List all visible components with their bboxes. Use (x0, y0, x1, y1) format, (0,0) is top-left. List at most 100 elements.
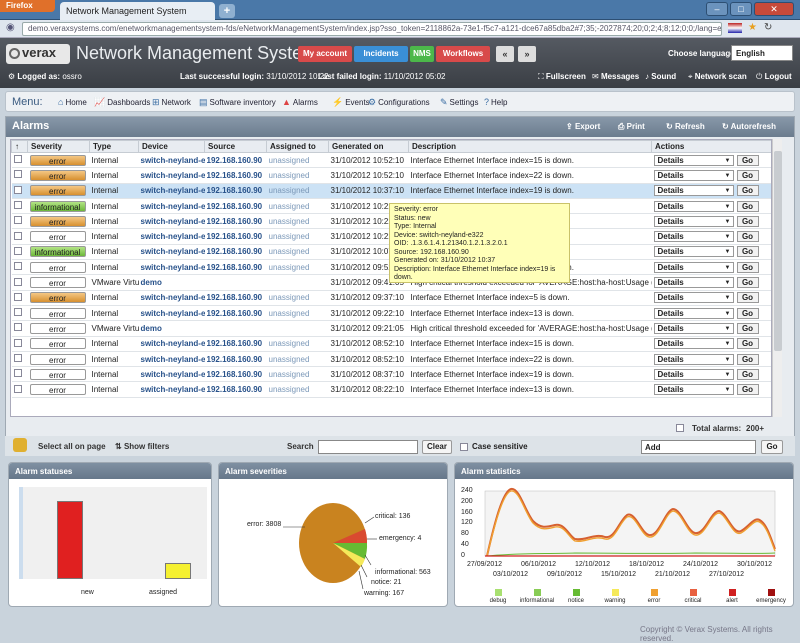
details-select[interactable]: Details (653, 261, 734, 273)
details-select[interactable]: Details (653, 338, 734, 350)
go-button[interactable]: Go (736, 322, 759, 334)
details-select[interactable]: Details (653, 185, 734, 197)
refresh-button[interactable]: ↻ Refresh (666, 122, 705, 131)
go-button[interactable]: Go (736, 231, 759, 243)
row-checkbox[interactable] (11, 381, 28, 398)
row-checkbox[interactable] (11, 244, 28, 261)
menu-network[interactable]: ⊞ Network (152, 97, 191, 108)
new-tab-button[interactable]: + (219, 4, 235, 18)
device-link[interactable]: switch-neyland-e3 (138, 366, 205, 383)
reload-icon[interactable]: ↻ (764, 22, 772, 33)
table-row[interactable]: error Internal switch-neyland-e3 192.168.16… (11, 290, 771, 306)
go-button[interactable]: Go (736, 292, 759, 304)
nav-incidents[interactable]: Incidents (354, 46, 408, 62)
source-link[interactable]: 192.168.160.90 (204, 336, 267, 352)
device-link[interactable]: switch-neyland-e3 (138, 351, 205, 368)
export-button[interactable]: ⇪ Export (566, 122, 600, 131)
row-checkbox[interactable] (11, 152, 28, 169)
details-select[interactable]: Details (653, 292, 734, 304)
source-link[interactable]: 192.168.160.90 (204, 244, 267, 261)
row-checkbox[interactable] (11, 167, 28, 184)
menu-help[interactable]: ? Help (484, 97, 507, 107)
details-select[interactable]: Details (653, 307, 734, 319)
col-description[interactable]: Description (408, 140, 652, 153)
go-button[interactable]: Go (736, 307, 759, 319)
browser-tab[interactable]: Network Management System (60, 2, 215, 20)
details-select[interactable]: Details (653, 231, 734, 243)
go-button[interactable]: Go (736, 200, 759, 212)
details-select[interactable]: Details (653, 322, 734, 334)
col-assigned[interactable]: Assigned to (266, 140, 329, 153)
source-link[interactable]: 192.168.160.90 (204, 290, 267, 306)
table-row[interactable]: error Internal switch-neyland-e3 192.168.16… (11, 167, 771, 184)
firefox-menu-button[interactable]: Firefox (0, 0, 55, 12)
maximize-button[interactable]: □ (730, 2, 752, 16)
source-link[interactable] (204, 320, 267, 337)
nav-back-button[interactable]: « (496, 46, 514, 62)
row-checkbox[interactable] (11, 336, 28, 352)
source-link[interactable]: 192.168.160.90 (204, 183, 267, 199)
col-sort[interactable]: ↑ (11, 140, 28, 153)
device-link[interactable]: switch-neyland-e3 (138, 381, 205, 398)
go-button[interactable]: Go (736, 169, 759, 181)
add-go-button[interactable]: Go (761, 440, 783, 454)
source-link[interactable]: 192.168.160.90 (204, 213, 267, 230)
total-checkbox[interactable] (676, 424, 684, 434)
clear-button[interactable]: Clear (422, 440, 452, 454)
device-link[interactable]: demo (138, 274, 205, 291)
bookmark-star-icon[interactable]: ★ (748, 22, 757, 33)
table-row[interactable]: error Internal switch-neyland-e3 192.168.16… (11, 152, 771, 169)
logout-button[interactable]: ⏻ Logout (756, 72, 792, 82)
menu-software-inventory[interactable]: ▤ Software inventory (199, 97, 276, 108)
device-link[interactable]: switch-neyland-e3 (138, 290, 205, 306)
col-device[interactable]: Device (138, 140, 205, 153)
case-sensitive-checkbox[interactable] (460, 443, 468, 451)
source-link[interactable]: 192.168.160.90 (204, 228, 267, 245)
menu-events[interactable]: ⚡ Events (332, 97, 370, 108)
go-button[interactable]: Go (736, 154, 759, 166)
details-select[interactable]: Details (653, 169, 734, 181)
table-row[interactable]: error Internal switch-neyland-e3 192.168.16… (11, 381, 771, 398)
device-link[interactable]: switch-neyland-e3 (138, 244, 205, 261)
device-link[interactable]: switch-neyland-e3 (138, 167, 205, 184)
go-button[interactable]: Go (736, 215, 759, 227)
col-type[interactable]: Type (89, 140, 139, 153)
device-link[interactable]: switch-neyland-e3 (138, 152, 205, 169)
details-select[interactable]: Details (653, 353, 734, 365)
select-all-link[interactable]: Select all on page (38, 442, 106, 451)
table-row[interactable]: error Internal switch-neyland-e3 192.168.16… (11, 351, 771, 368)
device-link[interactable]: switch-neyland-e3 (138, 228, 205, 245)
nav-nms[interactable]: NMS (410, 46, 434, 62)
details-select[interactable]: Details (653, 200, 734, 212)
messages-button[interactable]: ✉ Messages (592, 72, 639, 81)
table-row[interactable]: error Internal switch-neyland-e3 192.168.16… (11, 366, 771, 383)
sound-button[interactable]: ♪ Sound (645, 72, 676, 81)
device-link[interactable]: switch-neyland-e3 (138, 198, 205, 215)
row-checkbox[interactable] (11, 366, 28, 383)
go-button[interactable]: Go (736, 277, 759, 289)
add-select[interactable]: Add (641, 440, 756, 454)
go-button[interactable]: Go (736, 185, 759, 197)
nav-forward-button[interactable]: » (518, 46, 536, 62)
table-row[interactable]: error Internal switch-neyland-e3 192.168.16… (11, 336, 771, 352)
row-checkbox[interactable] (11, 213, 28, 230)
source-link[interactable]: 192.168.160.90 (204, 381, 267, 398)
row-checkbox[interactable] (11, 351, 28, 368)
menu-configurations[interactable]: ⚙ Configurations (368, 97, 430, 108)
go-button[interactable]: Go (736, 384, 759, 396)
table-row[interactable]: errorVMware Virtualizatiodemo 31/10/2012 … (11, 320, 771, 337)
source-link[interactable]: 192.168.160.90 (204, 366, 267, 383)
source-link[interactable]: 192.168.160.90 (204, 305, 267, 322)
go-button[interactable]: Go (736, 368, 759, 380)
details-select[interactable]: Details (653, 277, 734, 289)
show-filters-link[interactable]: ⇅ Show filters (115, 442, 169, 451)
device-link[interactable]: switch-neyland-e3 (138, 305, 205, 322)
details-select[interactable]: Details (653, 246, 734, 258)
select-all-icon[interactable] (13, 438, 27, 452)
row-checkbox[interactable] (11, 259, 28, 276)
menu-settings[interactable]: ✎ Settings (440, 97, 478, 108)
device-link[interactable]: switch-neyland-e3 (138, 183, 205, 199)
source-link[interactable]: 192.168.160.90 (204, 259, 267, 276)
url-input[interactable]: demo.veraxsystems.com/enetworkmanagement… (22, 22, 722, 36)
row-checkbox[interactable] (11, 183, 28, 199)
